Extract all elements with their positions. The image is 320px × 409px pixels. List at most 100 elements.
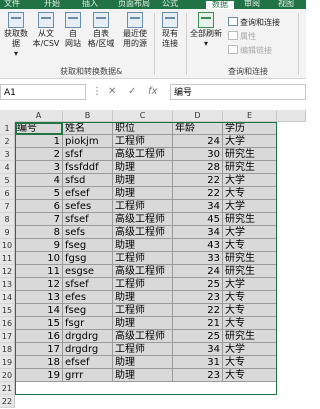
table-cell[interactable]: 大专 [223,317,277,330]
table-cell[interactable]: 31 [173,356,223,369]
table-cell[interactable]: 2 [15,148,63,161]
header-cell[interactable]: 年龄 [173,122,223,135]
table-cell[interactable]: 23 [173,291,223,304]
table-cell[interactable]: 工程师 [113,135,173,148]
table-cell[interactable]: sfsf [63,148,113,161]
table-cell[interactable]: 30 [173,148,223,161]
table-cell[interactable]: sefs [63,226,113,239]
row-header[interactable]: 14 [0,291,15,304]
table-cell[interactable]: 11 [15,265,63,278]
table-cell[interactable]: 研究生 [223,252,277,265]
table-cell[interactable]: 25 [173,278,223,291]
table-cell[interactable]: 24 [173,265,223,278]
table-cell[interactable]: 研究生 [223,213,277,226]
table-cell[interactable]: 助理 [113,317,173,330]
header-cell[interactable]: 学历 [223,122,277,135]
table-cell[interactable]: 助理 [113,161,173,174]
table-cell[interactable]: 助理 [113,239,173,252]
queries-connections-button[interactable]: 查询和连接 [228,17,280,28]
table-cell[interactable]: drgdrg [63,330,113,343]
table-cell[interactable]: 23 [173,369,223,382]
table-cell[interactable]: efsef [63,187,113,200]
table-cell[interactable]: 1 [15,135,63,148]
properties-button[interactable]: 属性 [228,31,256,42]
table-cell[interactable]: efes [63,291,113,304]
ribbon-tab-7[interactable]: 视图 [278,0,294,9]
table-cell[interactable]: 大学 [223,226,277,239]
row-header[interactable]: 2 [0,135,15,148]
table-cell[interactable]: 大学 [223,278,277,291]
ribbon-tab-2[interactable]: 插入 [82,0,98,9]
table-cell[interactable]: 19 [15,369,63,382]
table-cell[interactable]: 高级工程师 [113,330,173,343]
row-header[interactable]: 9 [0,226,15,239]
row-header[interactable]: 5 [0,174,15,187]
table-cell[interactable]: 助理 [113,369,173,382]
table-cell[interactable]: fssfddf [63,161,113,174]
column-header-empty[interactable] [277,110,306,122]
table-cell[interactable]: 研究生 [223,148,277,161]
ribbon-tab-5[interactable]: 数据 [206,1,234,9]
table-cell[interactable]: 34 [173,200,223,213]
table-cell[interactable]: 22 [173,187,223,200]
table-cell[interactable]: 大专 [223,187,277,200]
header-cell[interactable]: 职位 [113,122,173,135]
ribbon-tab-0[interactable]: 文件 [4,0,20,9]
table-cell[interactable]: 研究生 [223,161,277,174]
row-header[interactable]: 11 [0,252,15,265]
table-cell[interactable]: 14 [15,304,63,317]
table-cell[interactable]: 工程师 [113,252,173,265]
table-cell[interactable]: 大学 [223,135,277,148]
table-cell[interactable]: 13 [15,291,63,304]
table-cell[interactable]: 高级工程师 [113,213,173,226]
table-cell[interactable]: 高级工程师 [113,226,173,239]
column-header-A[interactable]: A [15,110,63,122]
table-cell[interactable]: 16 [15,330,63,343]
get-data-button[interactable]: 获取数据 ▾ [2,12,30,59]
table-cell[interactable]: 助理 [113,174,173,187]
table-cell[interactable]: 22 [173,174,223,187]
formula-input[interactable]: 编号 [170,84,306,100]
table-cell[interactable]: 大专 [223,304,277,317]
table-cell[interactable]: 25 [173,330,223,343]
table-cell[interactable]: efsef [63,356,113,369]
row-header[interactable]: 19 [0,356,15,369]
row-header[interactable]: 4 [0,161,15,174]
edit-links-button[interactable]: 编辑链接 [228,45,272,56]
table-cell[interactable]: 工程师 [113,343,173,356]
table-cell[interactable]: 6 [15,200,63,213]
table-cell[interactable]: 大专 [223,291,277,304]
from-text-csv-button[interactable]: 从文 本/CSV [31,12,61,49]
from-web-button[interactable]: 自 网站 [62,12,84,49]
row-header[interactable]: 7 [0,200,15,213]
row-header[interactable]: 6 [0,187,15,200]
table-cell[interactable]: 33 [173,252,223,265]
row-header[interactable]: 1 [0,122,15,135]
table-cell[interactable]: 7 [15,213,63,226]
column-header-B[interactable]: B [63,110,113,122]
table-cell[interactable]: 助理 [113,291,173,304]
table-cell[interactable]: 工程师 [113,304,173,317]
table-cell[interactable]: 43 [173,239,223,252]
ribbon-tab-1[interactable]: 开始 [44,0,60,9]
column-header-E[interactable]: E [223,110,277,122]
header-cell[interactable]: 姓名 [63,122,113,135]
cancel-icon[interactable]: ✕ [108,86,116,97]
recent-sources-button[interactable]: 最近使 用的源 [118,12,152,49]
table-cell[interactable]: 助理 [113,187,173,200]
table-cell[interactable]: 5 [15,187,63,200]
table-cell[interactable]: fseg [63,239,113,252]
table-cell[interactable]: sfsef [63,213,113,226]
table-cell[interactable]: 助理 [113,356,173,369]
table-cell[interactable]: 34 [173,226,223,239]
table-cell[interactable]: 高级工程师 [113,148,173,161]
enter-icon[interactable]: ✓ [128,86,136,97]
table-cell[interactable]: 大专 [223,239,277,252]
ribbon-tab-6[interactable]: 审阅 [244,0,260,9]
table-cell[interactable]: 工程师 [113,278,173,291]
table-cell[interactable]: 18 [15,356,63,369]
row-header[interactable]: 10 [0,239,15,252]
table-cell[interactable]: 研究生 [223,330,277,343]
table-cell[interactable]: 研究生 [223,265,277,278]
column-header-C[interactable]: C [113,110,173,122]
